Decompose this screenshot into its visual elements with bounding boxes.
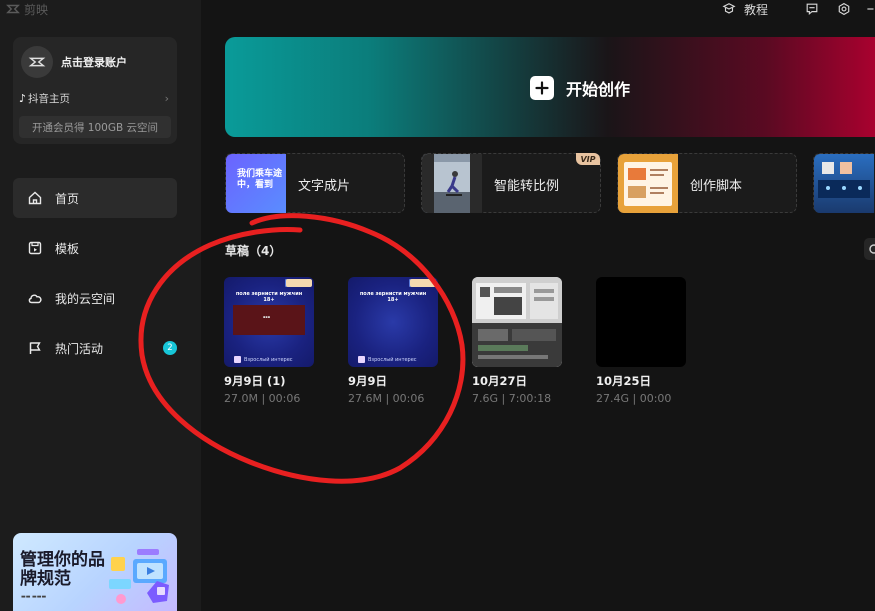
sidebar-item-label: 首页 [55, 191, 80, 206]
vip-promo-button[interactable]: 开通会员得 100GB 云空间 [19, 116, 171, 138]
cloud-icon [28, 294, 42, 304]
chevron-right-icon: › [164, 91, 169, 105]
lock-icon [234, 356, 241, 363]
tool-label: 文字成片 [298, 179, 351, 194]
draft-meta: 7.6G | 7:00:18 [472, 392, 552, 405]
vip-badge: VIP [576, 153, 600, 165]
tool-smart-ratio[interactable]: 智能转比例 VIP [421, 153, 601, 213]
sidebar-item-cloud[interactable]: 我的云空间 [13, 278, 177, 318]
stage-thumbnail-icon [818, 162, 870, 198]
draft-item[interactable]: 10月27日 7.6G | 7:00:18 [472, 277, 562, 405]
tool-thumbnail: 我们乘车途中，看到 [226, 154, 286, 213]
douyin-home-link[interactable]: ♪ 抖音主页 › [19, 90, 169, 106]
message-icon [806, 3, 818, 16]
draft-meta: 27.4G | 00:00 [596, 392, 672, 405]
thumbnail-tag [286, 279, 312, 287]
tool-thumbnail [422, 154, 482, 213]
draft-meta: 27.6M | 00:06 [348, 392, 425, 405]
draft-item[interactable]: поле зернисти мужчин 18+ Взрослый интере… [348, 277, 438, 405]
draft-name: 9月9日 (1) [224, 374, 286, 388]
avatar[interactable] [21, 46, 53, 78]
settings-button[interactable] [837, 0, 851, 18]
sidebar: 剪映 点击登录账户 ♪ 抖音主页 › 开通会员得 100GB 云空间 首页 模板… [0, 0, 201, 611]
minimize-button[interactable] [866, 0, 874, 18]
sidebar-item-events[interactable]: 热门活动 2 [13, 328, 177, 368]
skater-thumbnail-icon [422, 154, 482, 213]
home-icon [28, 191, 42, 205]
brand-illustration-icon [109, 549, 169, 604]
draft-thumbnail[interactable]: поле зернисти мужчин 18+ ▪▪▪ Взрослый ин… [224, 277, 314, 367]
draft-item[interactable]: поле зернисти мужчин 18+ ▪▪▪ Взрослый ин… [224, 277, 314, 405]
tool-thumbnail [814, 154, 874, 213]
login-link[interactable]: 点击登录账户 [61, 54, 127, 70]
thumbnail-red-box: ▪▪▪ [233, 305, 305, 335]
start-creation-button[interactable]: 开始创作 [225, 37, 875, 137]
lock-icon [358, 356, 365, 363]
flag-icon [29, 342, 41, 354]
sidebar-item-template[interactable]: 模板 [13, 228, 177, 268]
app-logo: 剪映 [6, 0, 48, 18]
tool-thumbnail [618, 154, 678, 213]
capcut-avatar-icon [28, 57, 46, 67]
start-creation-content: 开始创作 [530, 76, 630, 100]
douyin-icon: ♪ [19, 91, 27, 105]
brand-banner-decoration: ▬▬ ▬▬▬ [21, 594, 47, 600]
template-icon [28, 241, 42, 255]
thumbnail-footer: Взрослый интерес [234, 356, 293, 363]
tool-creation-script[interactable]: 创作脚本 [617, 153, 797, 213]
draft-meta: 27.0M | 00:06 [224, 392, 301, 405]
drafts-title: 草稿（4） [225, 244, 282, 258]
tool-label: 智能转比例 [494, 179, 560, 194]
sidebar-item-label: 模板 [55, 241, 80, 256]
tool-label: 创作脚本 [690, 179, 743, 194]
feedback-button[interactable] [805, 0, 819, 18]
tutorial-button[interactable]: 教程 [722, 0, 768, 18]
start-creation-label: 开始创作 [566, 80, 631, 99]
douyin-label: 抖音主页 [28, 92, 71, 105]
search-icon [869, 244, 875, 254]
minimize-icon [867, 8, 874, 10]
draft-name: 10月25日 [596, 374, 652, 388]
thumbnail-header-text: поле зернисти мужчин 18+ [235, 291, 303, 303]
sidebar-item-label: 我的云空间 [55, 291, 116, 306]
account-card: 点击登录账户 ♪ 抖音主页 › 开通会员得 100GB 云空间 [13, 37, 177, 144]
tutorial-cap-icon [722, 3, 736, 14]
drafts-options-button[interactable] [864, 238, 875, 260]
app-name: 剪映 [24, 2, 49, 17]
brand-banner-title: 管理你的品牌规范 [20, 550, 105, 589]
tool-thumbnail-text: 我们乘车途中，看到 [226, 154, 286, 213]
tool-more[interactable] [813, 153, 875, 213]
notification-badge: 2 [163, 341, 177, 355]
draft-name: 10月27日 [472, 374, 528, 388]
sidebar-nav: 首页 模板 我的云空间 热门活动 2 [13, 178, 177, 378]
draft-thumbnail[interactable] [596, 277, 686, 367]
sidebar-item-label: 热门活动 [55, 341, 104, 356]
brand-banner[interactable]: 管理你的品牌规范 ▬▬ ▬▬▬ [13, 533, 177, 611]
tutorial-label: 教程 [744, 2, 769, 17]
plus-icon [530, 76, 554, 100]
thumbnail-header-text: поле зернисти мужчин 18+ [359, 291, 427, 303]
thumbnail-footer: Взрослый интерес [358, 356, 417, 363]
draft-name: 9月9日 [348, 374, 388, 388]
sidebar-item-home[interactable]: 首页 [13, 178, 177, 218]
thumbnail-tag [410, 279, 436, 287]
draft-thumbnail[interactable]: поле зернисти мужчин 18+ Взрослый интере… [348, 277, 438, 367]
gear-icon [838, 2, 850, 16]
capcut-logo-icon [6, 4, 20, 14]
tool-text-to-video[interactable]: 我们乘车途中，看到 文字成片 [225, 153, 405, 213]
screen-capture-thumbnail-icon [472, 277, 562, 367]
script-thumbnail-icon [624, 162, 672, 206]
draft-item[interactable]: 10月25日 27.4G | 00:00 [596, 277, 686, 405]
draft-thumbnail[interactable] [472, 277, 562, 367]
